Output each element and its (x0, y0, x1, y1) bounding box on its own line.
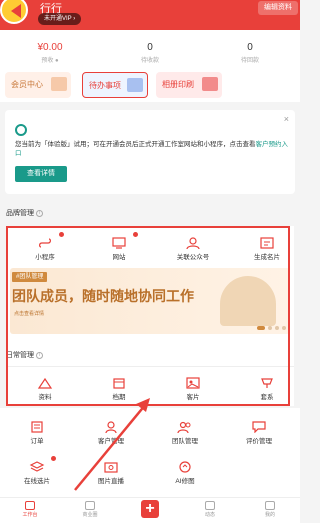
todo-card[interactable]: 待办事项 (82, 72, 148, 98)
review-icon (251, 420, 267, 434)
grid-item-team[interactable]: 团队管理 (148, 420, 222, 445)
grid-item-photo-select[interactable]: 在线选片 (0, 456, 74, 485)
photo-select-icon (29, 460, 45, 472)
package-icon (259, 376, 275, 388)
brand-section-title: 品牌管理 i (6, 208, 43, 218)
calendar-icon (127, 78, 143, 92)
info-icon[interactable]: i (36, 351, 43, 359)
notification-dot (59, 232, 64, 237)
quick-cards: 会员中心 待办事项 相册印刷 (0, 66, 300, 102)
nav-plus[interactable]: + (120, 498, 180, 523)
website-icon (111, 236, 127, 249)
stat-value: ¥0.00 (37, 42, 63, 53)
ai-retouch-icon (177, 460, 193, 473)
grid-item-official-account[interactable]: 关联公众号 (156, 236, 230, 261)
gift-icon (51, 77, 67, 91)
banner-subtitle: 点击查看详情 (14, 311, 45, 317)
grid-item-package[interactable]: 套系 (230, 376, 304, 401)
schedule-icon (111, 376, 127, 389)
close-icon[interactable]: × (284, 114, 289, 124)
grid-item-materials[interactable]: 资料 (8, 376, 82, 401)
grid-item-website[interactable]: 网站 (82, 232, 156, 261)
carousel-dot[interactable] (268, 326, 272, 330)
more-grid-row1: 订单 客户管理 团队管理 评价管理 (0, 420, 296, 445)
workbench-icon (25, 501, 35, 510)
team-illustration-icon (220, 276, 276, 326)
live-photo-icon (103, 460, 119, 473)
stat-label: 预收 ● (41, 58, 59, 64)
view-details-button[interactable]: 查看详情 (15, 166, 67, 182)
mini-program-icon (37, 236, 53, 248)
stat-prepaid[interactable]: ¥0.00 预收 ● (0, 30, 100, 66)
vip-badge[interactable]: 未开通VIP › (38, 13, 82, 25)
album-icon (202, 77, 218, 91)
carousel-dot[interactable] (257, 326, 265, 330)
business-card-icon (259, 236, 275, 249)
album-print-card[interactable]: 相册印刷 (156, 72, 222, 98)
stats-bar: ¥0.00 预收 ● 0 待收款 0 待回款 (0, 30, 300, 66)
grid-item-ai-retouch[interactable]: AI修图 (148, 460, 222, 485)
profile-header: 行行 未开通VIP › 编辑资料 (0, 0, 300, 30)
info-icon (15, 124, 27, 136)
divider (6, 366, 294, 367)
more-grid-row2: 在线选片 图片直播 AI修图 (0, 456, 222, 485)
stat-label: 待回款 (240, 58, 259, 64)
grid-item-schedule[interactable]: 档期 (82, 376, 156, 401)
grid-item-live-photo[interactable]: 图片直播 (74, 460, 148, 485)
nav-workbench[interactable]: 工作台 (0, 498, 60, 523)
client-photos-icon (185, 376, 201, 389)
daily-section-title: 日常管理 i (6, 350, 43, 360)
stat-label: 待收款 (140, 58, 159, 64)
business-icon (85, 501, 95, 510)
nav-business[interactable]: 商业圈 (60, 498, 120, 523)
carousel-dot[interactable] (275, 326, 279, 330)
daily-grid: 资料 档期 客片 套系 (8, 376, 304, 401)
info-icon[interactable]: i (36, 209, 43, 217)
carousel-dots[interactable] (257, 326, 286, 330)
grid-item-order[interactable]: 订单 (0, 420, 74, 445)
stat-payback[interactable]: 0 待回款 (200, 30, 300, 66)
grid-item-customer[interactable]: 客户管理 (74, 420, 148, 445)
grid-item-business-card[interactable]: 生成名片 (230, 236, 304, 261)
card-label: 相册印刷 (162, 80, 194, 89)
avatar[interactable] (0, 0, 28, 24)
card-label: 会员中心 (11, 80, 43, 89)
notification-dot (133, 232, 138, 237)
edit-profile-button[interactable]: 编辑资料 (258, 1, 298, 15)
grid-item-client-photos[interactable]: 客片 (156, 376, 230, 401)
grid-item-mini-program[interactable]: 小程序 (8, 232, 82, 261)
card-label: 待办事项 (89, 81, 121, 90)
brand-grid: 小程序 网站 关联公众号 生成名片 (8, 232, 304, 261)
plus-icon: + (141, 500, 159, 518)
trial-notice: × 您当前为「体验版」试用；可在开通会员后正式开通工作室网站和小程序，点击查看客… (5, 110, 295, 194)
feed-icon (205, 501, 215, 510)
order-icon (29, 420, 45, 433)
nav-profile[interactable]: 我的 (240, 498, 300, 523)
materials-icon (37, 376, 53, 389)
grid-item-review[interactable]: 评价管理 (222, 420, 296, 445)
team-banner[interactable]: #团队管理 团队成员，随时随地协同工作 点击查看详情 (10, 268, 290, 334)
official-account-icon (185, 236, 201, 250)
stat-receivable[interactable]: 0 待收款 (100, 30, 200, 66)
notification-dot (51, 456, 56, 461)
bottom-nav: 工作台 商业圈 + 动态 我的 (0, 497, 300, 523)
carousel-dot[interactable] (282, 326, 286, 330)
team-icon (177, 420, 193, 434)
banner-title: 团队成员，随时随地协同工作 (12, 289, 194, 305)
profile-icon (265, 501, 275, 510)
nav-feed[interactable]: 动态 (180, 498, 240, 523)
notice-text: 您当前为「体验版」试用；可在开通会员后正式开通工作室网站和小程序，点击查看客户预… (15, 141, 288, 157)
member-center-card[interactable]: 会员中心 (5, 72, 71, 98)
banner-tag: #团队管理 (12, 272, 48, 282)
stat-value: 0 (247, 42, 253, 53)
stat-value: 0 (147, 42, 153, 53)
customer-icon (103, 420, 119, 434)
